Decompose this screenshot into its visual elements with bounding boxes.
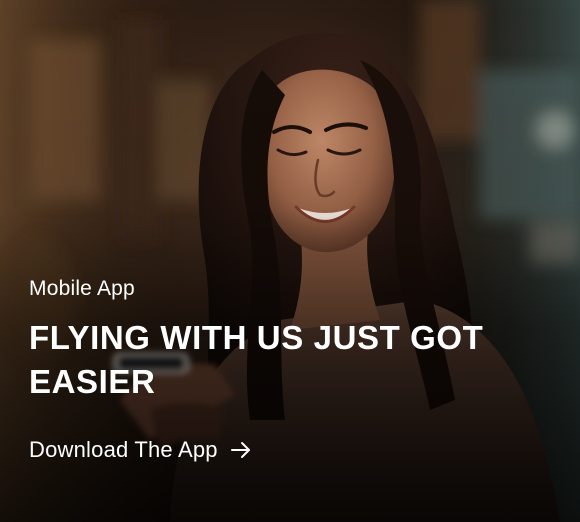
download-app-label: Download The App [29,437,218,462]
download-app-link[interactable]: Download The App [29,436,252,464]
promo-headline: FLYING WITH US JUST GOT EASIER [29,319,484,400]
eyebrow-label: Mobile App [29,277,135,300]
promo-content: Mobile App FLYING WITH US JUST GOT EASIE… [29,276,549,404]
arrow-right-icon [230,440,252,460]
promo-card: Mobile App FLYING WITH US JUST GOT EASIE… [0,0,580,522]
